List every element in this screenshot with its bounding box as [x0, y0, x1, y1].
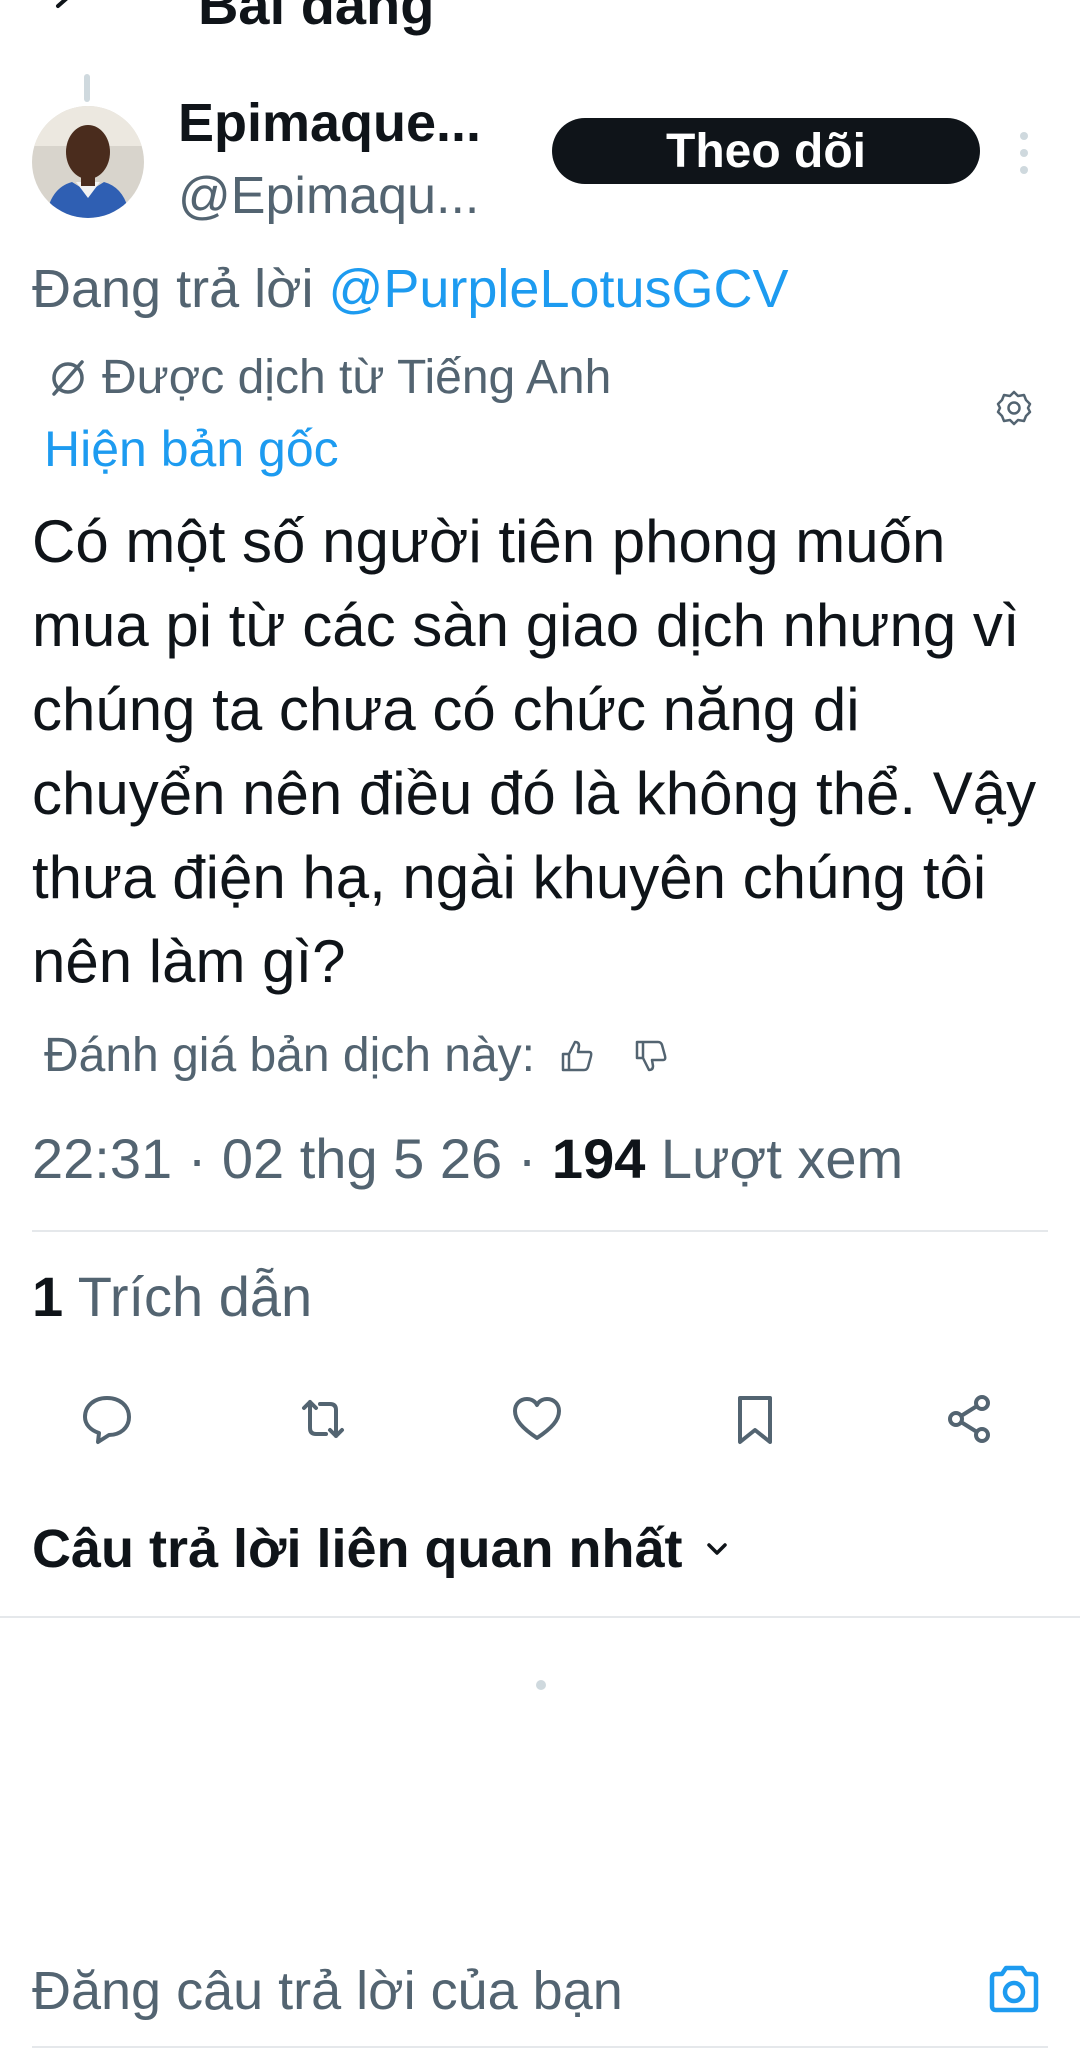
- rate-translation-row: Đánh giá bản dịch này:: [44, 1028, 671, 1083]
- heart-icon[interactable]: [510, 1392, 564, 1446]
- translate-icon: [52, 359, 84, 396]
- show-original-link[interactable]: Hiện bản gốc: [44, 420, 339, 478]
- author-handle[interactable]: @Epimaqu...: [178, 166, 479, 226]
- author-display-name[interactable]: Epimaque...: [178, 92, 481, 154]
- thread-connector-line: [84, 74, 90, 102]
- timestamp[interactable]: 22:31 · 02 thg 5 26 ·: [32, 1127, 536, 1190]
- divider: [32, 1230, 1048, 1232]
- views-label: Lượt xem: [660, 1127, 904, 1190]
- tweet-meta: 22:31 · 02 thg 5 26 · 194 Lượt xem: [32, 1126, 903, 1191]
- replies-sort-dropdown[interactable]: Câu trả lời liên quan nhất: [32, 1518, 732, 1580]
- page-title: Bài đăng: [198, 0, 435, 36]
- quote-label: Trích dẫn: [77, 1265, 313, 1328]
- quotes-count-row[interactable]: 1 Trích dẫn: [32, 1264, 312, 1329]
- avatar[interactable]: [32, 106, 144, 218]
- retweet-icon[interactable]: [296, 1392, 350, 1446]
- gear-icon[interactable]: [994, 388, 1034, 428]
- follow-button[interactable]: Theo dõi: [552, 118, 980, 184]
- back-arrow-icon[interactable]: [52, 0, 92, 26]
- top-bar: Bài đăng: [0, 0, 1080, 60]
- bookmark-icon[interactable]: [728, 1392, 782, 1446]
- tweet-text: Có một số người tiên phong muốn mua pi t…: [32, 508, 1037, 995]
- reply-input[interactable]: Đăng câu trả lời của bạn: [32, 1960, 623, 2022]
- thumbs-up-icon[interactable]: [557, 1036, 597, 1076]
- translation-notice: Được dịch từ Tiếng Anh: [44, 350, 611, 405]
- divider: [0, 1616, 1080, 1618]
- replies-sort-label: Câu trả lời liên quan nhất: [32, 1519, 683, 1579]
- loading-indicator: [536, 1680, 546, 1690]
- replying-to-mention[interactable]: @PurpleLotusGCV: [329, 259, 789, 319]
- rate-translation-label: Đánh giá bản dịch này:: [44, 1029, 536, 1082]
- thumbs-down-icon[interactable]: [631, 1036, 671, 1076]
- share-icon[interactable]: [942, 1392, 996, 1446]
- camera-icon[interactable]: [986, 1964, 1042, 2014]
- views-count: 194: [551, 1127, 646, 1190]
- translated-from-label: Được dịch từ Tiếng Anh: [102, 351, 612, 404]
- composer-underline: [32, 2046, 1048, 2048]
- chevron-down-icon: [707, 1543, 728, 1555]
- replying-to-prefix: Đang trả lời: [32, 259, 314, 319]
- more-vertical-icon[interactable]: [1016, 130, 1032, 176]
- quote-count: 1: [32, 1265, 64, 1328]
- replying-to-line: Đang trả lời @PurpleLotusGCV: [32, 258, 789, 320]
- reply-icon[interactable]: [80, 1392, 134, 1446]
